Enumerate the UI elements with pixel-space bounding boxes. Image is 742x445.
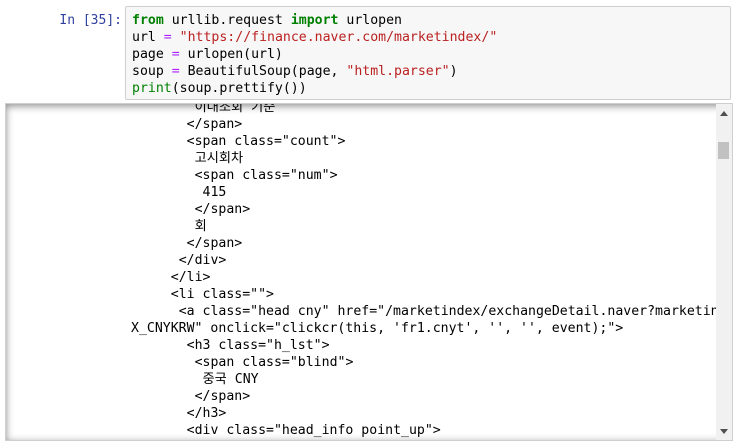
code-token: urlopen(url) xyxy=(179,47,283,62)
code-token: urllib.request xyxy=(163,13,291,28)
output-line: </span> xyxy=(194,389,251,404)
output-line: </div> xyxy=(178,253,227,268)
output-line: <span class="value"> xyxy=(6,439,716,440)
output-line: <a class="head cny" href="/marketindex/e… xyxy=(178,304,733,319)
code-token: BeautifulSoup(page, xyxy=(179,64,347,79)
output-line: 415 xyxy=(202,185,227,200)
code-token: soup xyxy=(132,64,172,79)
output-line: </li> xyxy=(170,270,211,285)
code-token: urlopen xyxy=(338,13,402,28)
output-line: X_CNYKRW" onclick="clickcr(this, 'fr1.cn… xyxy=(131,321,624,336)
code-input-area[interactable]: from urllib.request import urlopen url = … xyxy=(125,6,731,100)
code-token: (soup.prettify()) xyxy=(171,81,307,96)
scrollbar-thumb[interactable] xyxy=(718,142,729,159)
output-line: <span class="count"> xyxy=(186,134,346,149)
code-token: from xyxy=(132,13,164,28)
output-line: <span class="num"> xyxy=(194,168,338,183)
output-line: </span> xyxy=(194,202,251,217)
code-token: page xyxy=(132,47,172,62)
scroll-down-arrow-icon[interactable] xyxy=(720,429,728,434)
code-token: url xyxy=(132,30,164,45)
output-line: <li class=""> xyxy=(170,287,274,302)
code-line: from urllib.request import urlopen xyxy=(132,12,730,29)
cell-prompt: In [35]: xyxy=(59,13,122,28)
output-line: 고시회차 xyxy=(194,151,244,166)
code-line: page = urlopen(url) xyxy=(132,46,730,63)
code-line: print(soup.prettify()) xyxy=(132,80,730,97)
output-line: </span> xyxy=(186,117,243,132)
code-token: print xyxy=(132,81,172,96)
code-token: "https://finance.naver.com/marketindex/" xyxy=(179,30,498,45)
output-line: </h3> xyxy=(186,406,227,421)
code-token: "html.parser" xyxy=(346,64,450,79)
output-area[interactable]: 이대조회 기준 </span> <span class="count"> 고시회차 <s… xyxy=(5,103,733,441)
output-text: 이대조회 기준 </span> <span class="count"> 고시회차 <s… xyxy=(6,103,733,440)
output-line: </span> xyxy=(186,236,243,251)
output-line: 회 xyxy=(194,219,207,234)
code-token: ) xyxy=(449,64,458,79)
output-line: <h3 class="h_lst"> xyxy=(186,338,330,353)
code-line: soup = BeautifulSoup(page, "html.parser"… xyxy=(132,63,730,80)
code-line: url = "https://finance.naver.com/marketi… xyxy=(132,29,730,46)
output-line: <div class="head_info point_up"> xyxy=(186,423,441,438)
scroll-up-arrow-icon[interactable] xyxy=(720,111,728,116)
output-line: 중국 CNY xyxy=(202,372,259,387)
code-token: = xyxy=(171,47,180,62)
code-token: = xyxy=(163,30,172,45)
vertical-scrollbar[interactable] xyxy=(716,104,732,440)
code-token: import xyxy=(290,13,339,28)
output-line: <span class="blind"> xyxy=(194,355,354,370)
code-token: = xyxy=(171,64,180,79)
output-line: 이대조회 기준 xyxy=(194,103,276,115)
